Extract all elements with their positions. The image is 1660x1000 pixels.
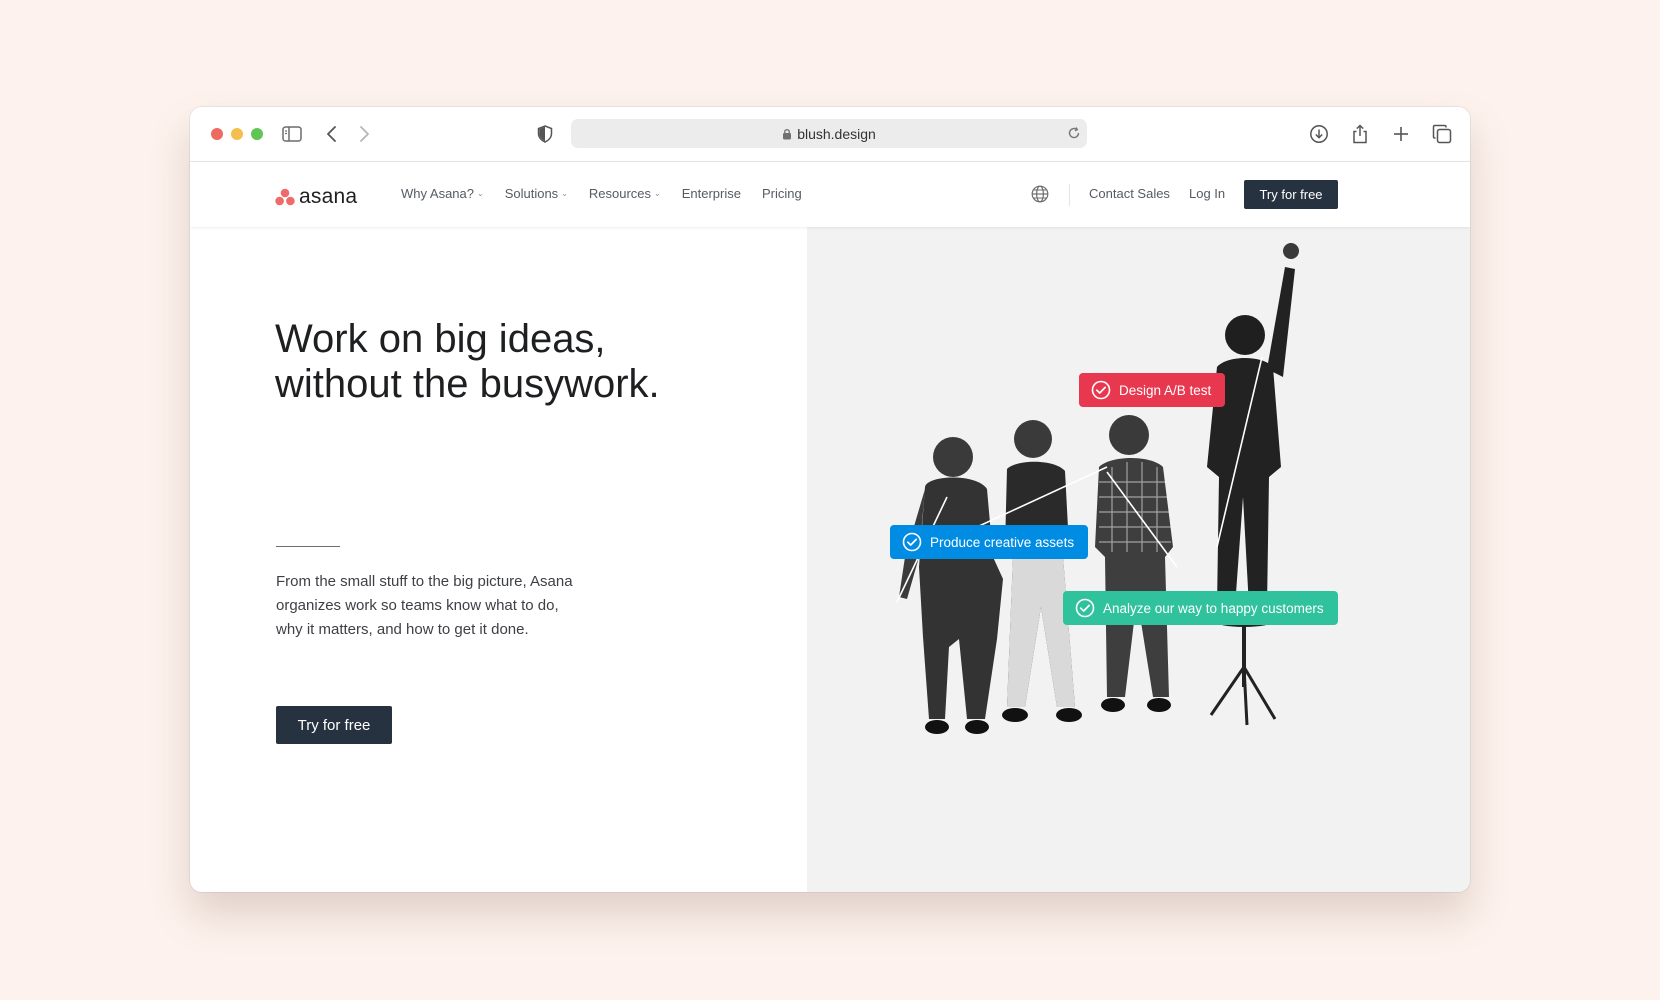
download-icon[interactable]: [1307, 122, 1331, 146]
nav-enterprise[interactable]: Enterprise: [682, 186, 741, 201]
sidebar-icon[interactable]: [280, 122, 304, 146]
nav-solutions-label: Solutions: [504, 186, 559, 201]
hero-description: From the small stuff to the big picture,…: [276, 570, 616, 642]
chevron-down-icon: ⌄: [561, 189, 568, 198]
asana-logo-icon: [275, 188, 295, 206]
check-circle-icon: [902, 532, 922, 552]
check-circle-icon: [1091, 380, 1111, 400]
minimize-window-button[interactable]: [231, 128, 243, 140]
browser-toolbar: blush.design: [190, 107, 1470, 162]
share-icon[interactable]: [1348, 122, 1372, 146]
url-text: blush.design: [797, 125, 876, 142]
lock-icon: [782, 128, 792, 140]
task-tag-analyze-customers: Analyze our way to happy customers: [1063, 591, 1338, 625]
nav-resources[interactable]: Resources ⌄: [589, 186, 661, 201]
new-tab-icon[interactable]: [1389, 122, 1413, 146]
chevron-down-icon: ⌄: [477, 189, 484, 198]
task-label: Design A/B test: [1119, 382, 1212, 398]
team-photo: [896, 243, 1299, 734]
tabs-icon[interactable]: [1430, 122, 1454, 146]
check-circle-icon: [1075, 598, 1095, 618]
headline-line-1: Work on big ideas,: [275, 317, 606, 361]
logo-text: asana: [299, 185, 358, 208]
back-icon[interactable]: [320, 122, 344, 146]
nav-why-asana-label: Why Asana?: [401, 186, 474, 201]
nav-pricing-label: Pricing: [761, 186, 802, 201]
nav-enterprise-label: Enterprise: [681, 186, 741, 201]
address-bar[interactable]: blush.design: [571, 119, 1087, 148]
desc-line-2: organizes work so teams know what to do,: [276, 597, 559, 614]
nav-pricing[interactable]: Pricing: [762, 186, 802, 201]
desc-line-1: From the small stuff to the big picture,…: [276, 573, 573, 590]
asana-logo[interactable]: asana: [275, 185, 357, 209]
hero-headline: Work on big ideas, without the busywork.: [275, 317, 755, 407]
nav-why-asana[interactable]: Why Asana? ⌄: [401, 186, 484, 201]
nav-divider: [1069, 184, 1070, 206]
task-label: Analyze our way to happy customers: [1103, 600, 1324, 616]
shield-icon[interactable]: [533, 122, 557, 146]
nav-links: Why Asana? ⌄ Solutions ⌄ Resources ⌄ Enterp…: [401, 186, 823, 201]
contact-sales-link[interactable]: Contact Sales: [1089, 186, 1170, 201]
chevron-down-icon: ⌄: [654, 189, 661, 198]
browser-window: blush.design asana Why Asana? ⌄ Solution…: [190, 107, 1470, 892]
login-link[interactable]: Log In: [1189, 186, 1225, 201]
task-tag-design-ab-test: Design A/B test: [1079, 373, 1226, 407]
task-label: Produce creative assets: [930, 534, 1075, 550]
headline-line-2: without the busywork.: [275, 362, 660, 406]
forward-icon[interactable]: [352, 122, 376, 146]
nav-resources-label: Resources: [588, 186, 652, 201]
task-tag-produce-creative-assets: Produce creative assets: [890, 525, 1089, 559]
desc-line-3: why it matters, and how to get it done.: [276, 621, 529, 638]
divider-rule: [276, 546, 340, 547]
close-window-button[interactable]: [211, 128, 223, 140]
hero-try-free-button[interactable]: Try for free: [276, 706, 392, 744]
maximize-window-button[interactable]: [251, 128, 263, 140]
hero-left: Work on big ideas, without the busywork.…: [190, 227, 807, 892]
webpage: asana Why Asana? ⌄ Solutions ⌄ Resources ⌄ …: [190, 162, 1470, 892]
reload-icon[interactable]: [1067, 126, 1081, 143]
nav-try-free-button[interactable]: Try for free: [1244, 180, 1338, 209]
globe-icon[interactable]: [1031, 185, 1049, 208]
site-nav: asana Why Asana? ⌄ Solutions ⌄ Resources ⌄ …: [190, 162, 1470, 227]
hero-image-panel: Design A/B test Produce creative assets …: [807, 227, 1470, 892]
nav-solutions[interactable]: Solutions ⌄: [505, 186, 568, 201]
